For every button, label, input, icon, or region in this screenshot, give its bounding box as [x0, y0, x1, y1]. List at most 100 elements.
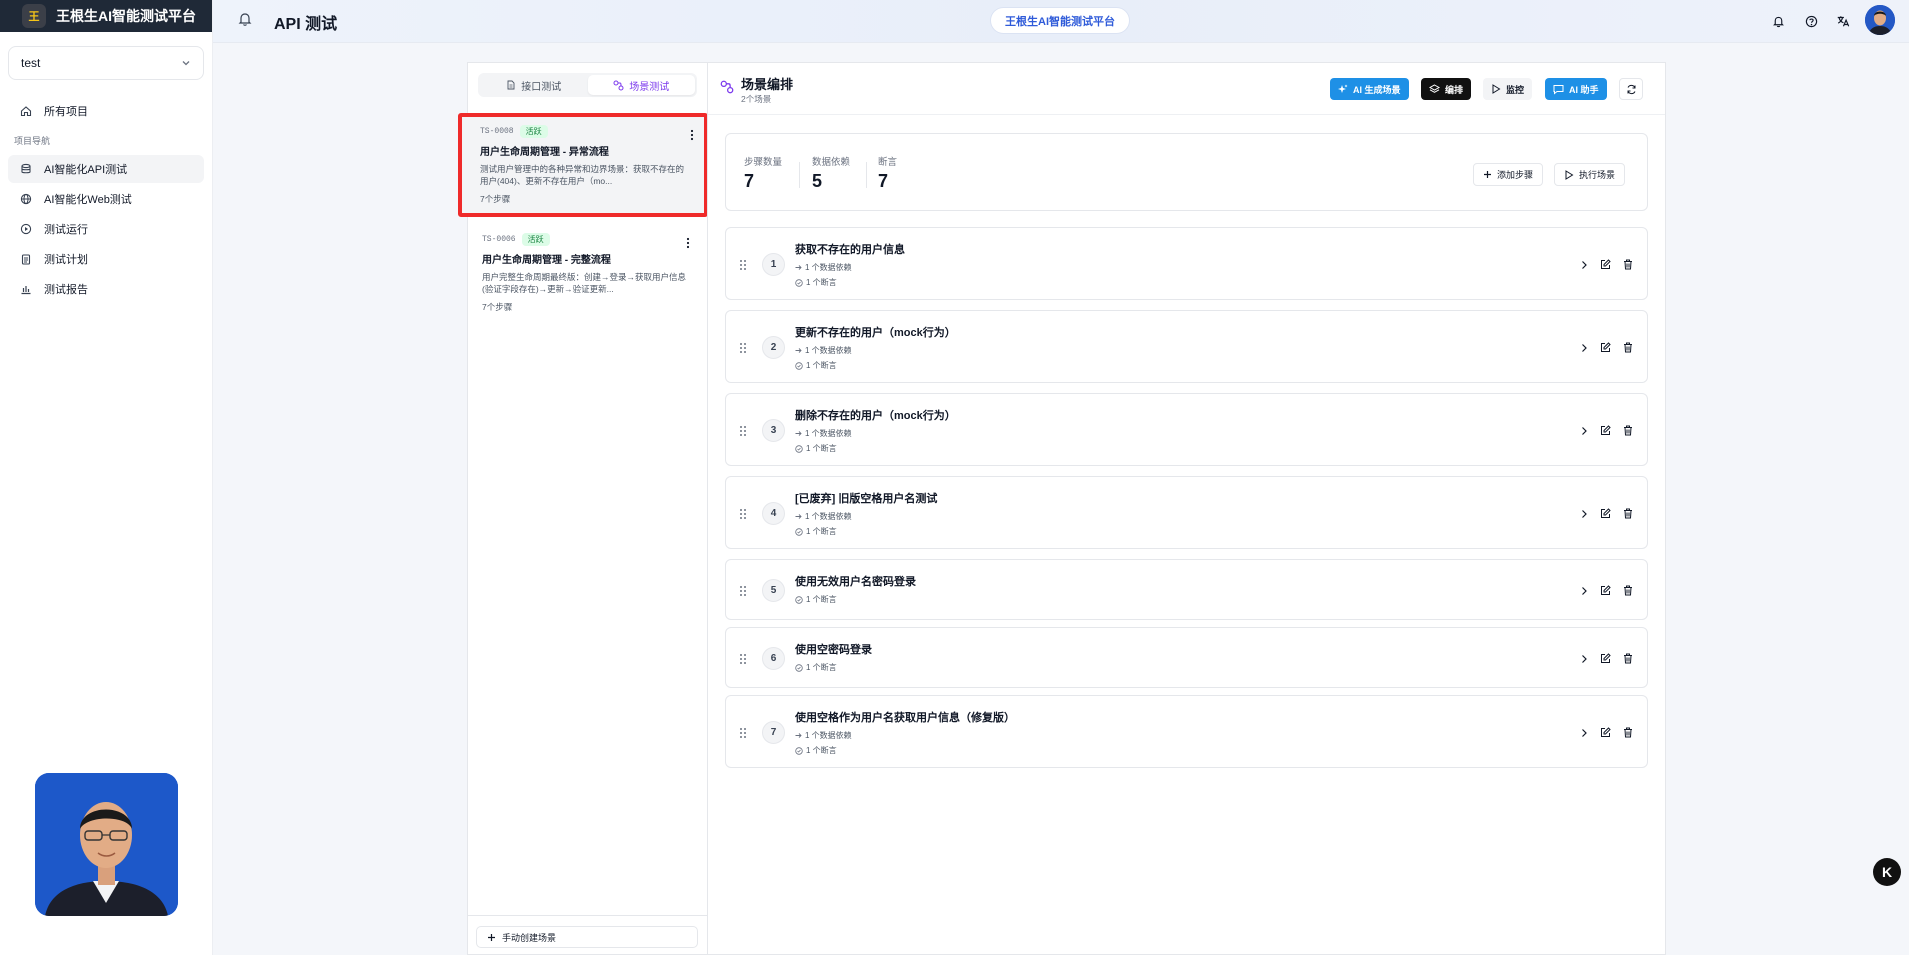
arrow-right-icon	[795, 430, 802, 437]
scenario-card-selected[interactable]: TS-0008 活跃 用户生命周期管理 - 异常流程 测试用户管理中的各种异常和…	[458, 113, 708, 217]
edit-icon[interactable]	[1600, 508, 1611, 519]
edit-icon[interactable]	[1600, 727, 1611, 738]
step-row[interactable]: 1 获取不存在的用户信息 1 个数据依赖 1 个断言	[725, 227, 1648, 300]
trash-icon[interactable]	[1623, 425, 1633, 436]
create-scenario-button[interactable]: 手动创建场景	[476, 926, 698, 948]
step-row[interactable]: 3 删除不存在的用户（mock行为） 1 个数据依赖 1 个断言	[725, 393, 1648, 466]
header-avatar[interactable]	[1865, 5, 1895, 35]
chevron-right-icon[interactable]	[1580, 260, 1588, 270]
sidebar-item-api-test[interactable]: AI智能化API测试	[8, 155, 204, 183]
edit-button[interactable]: 编排	[1421, 78, 1472, 100]
more-vertical-icon[interactable]	[690, 129, 694, 141]
step-actions	[1580, 585, 1633, 596]
chevron-right-icon[interactable]	[1580, 586, 1588, 596]
check-circle-icon	[795, 595, 803, 604]
step-row[interactable]: 7 使用空格作为用户名获取用户信息（修复版） 1 个数据依赖 1 个断言	[725, 695, 1648, 768]
brand-bar[interactable]: 王 王根生AI智能测试平台	[0, 0, 212, 32]
check-circle-icon	[795, 444, 803, 453]
stat-dependencies: 数据依赖 5	[812, 154, 850, 192]
trash-icon[interactable]	[1623, 342, 1633, 353]
step-actions	[1580, 508, 1633, 519]
add-step-button[interactable]: 添加步骤	[1473, 163, 1544, 186]
sidebar-item-test-plan[interactable]: 测试计划	[8, 245, 204, 273]
editor-subtitle: 2个场景	[741, 94, 772, 104]
drag-handle-icon[interactable]	[739, 727, 747, 739]
trash-icon[interactable]	[1623, 727, 1633, 738]
chevron-right-icon[interactable]	[1580, 343, 1588, 353]
chevron-right-icon[interactable]	[1580, 654, 1588, 664]
scenario-step-count: 7个步骤	[480, 194, 511, 204]
step-name: 使用空格作为用户名获取用户信息（修复版）	[795, 712, 1015, 724]
trash-icon[interactable]	[1623, 508, 1633, 519]
step-number: 3	[762, 419, 785, 442]
step-assertion-text: 1 个断言	[806, 527, 837, 536]
drag-handle-icon[interactable]	[739, 585, 747, 597]
step-actions	[1580, 727, 1633, 738]
translate-icon[interactable]	[1833, 11, 1853, 31]
nav-all-projects-label: 所有项目	[44, 106, 88, 118]
step-dependency-text: 1 个数据依赖	[805, 731, 852, 740]
scenario-card[interactable]: TS-0006 活跃 用户生命周期管理 - 完整流程 用户完整生命周期最终版：创…	[470, 223, 706, 317]
drag-handle-icon[interactable]	[739, 425, 747, 437]
tab-interface-test[interactable]: 接口测试	[480, 75, 588, 95]
globe-icon	[20, 193, 32, 205]
scenario-description: 用户完整生命周期最终版：创建→登录→获取用户信息(验证字段存在)→更新→验证更新…	[482, 272, 687, 294]
tab-scenario-test[interactable]: 场景测试	[587, 75, 695, 95]
step-row[interactable]: 6 使用空密码登录 1 个断言	[725, 627, 1648, 688]
step-assertion-text: 1 个断言	[806, 361, 837, 370]
ai-helper-label: AI 助手	[1569, 84, 1599, 95]
database-icon	[20, 163, 32, 175]
refresh-button[interactable]	[1619, 78, 1643, 100]
notification-bell-icon[interactable]	[237, 11, 253, 27]
step-row[interactable]: 5 使用无效用户名密码登录 1 个断言	[725, 559, 1648, 620]
more-vertical-icon[interactable]	[686, 237, 690, 249]
drag-handle-icon[interactable]	[739, 259, 747, 271]
trash-icon[interactable]	[1623, 259, 1633, 270]
ai-generate-button[interactable]: AI 生成场景	[1330, 78, 1409, 100]
platform-pill[interactable]: 王根生AI智能测试平台	[990, 7, 1130, 34]
chevron-right-icon[interactable]	[1580, 426, 1588, 436]
step-assertion: 1 个断言	[795, 526, 837, 537]
sidebar-item-test-report[interactable]: 测试报告	[8, 275, 204, 303]
top-header: API 测试 王根生AI智能测试平台	[213, 0, 1909, 43]
step-row[interactable]: 2 更新不存在的用户（mock行为） 1 个数据依赖 1 个断言	[725, 310, 1648, 383]
drag-handle-icon[interactable]	[739, 653, 747, 665]
edit-icon[interactable]	[1600, 425, 1611, 436]
step-assertion: 1 个断言	[795, 594, 837, 605]
scenario-list-panel: 接口测试 场景测试 TS-0008 活跃 用户生命周期管理 - 异常流程 测试用…	[458, 62, 708, 955]
run-scenario-button[interactable]: 执行场景	[1554, 163, 1626, 186]
sidebar-item-label: 测试计划	[44, 254, 88, 266]
step-dependency: 1 个数据依赖	[795, 428, 852, 439]
edit-icon[interactable]	[1600, 342, 1611, 353]
edit-icon[interactable]	[1600, 653, 1611, 664]
stat-label: 数据依赖	[812, 157, 851, 168]
ai-helper-button[interactable]: AI 助手	[1545, 78, 1607, 100]
drag-handle-icon[interactable]	[739, 508, 747, 520]
floating-assistant-button[interactable]: K	[1873, 858, 1901, 886]
edit-icon[interactable]	[1600, 585, 1611, 596]
home-icon	[20, 105, 32, 117]
monitor-button[interactable]: 监控	[1483, 78, 1533, 100]
step-number: 5	[762, 579, 785, 602]
step-row[interactable]: 4 [已废弃] 旧版空格用户名测试 1 个数据依赖 1 个断言	[725, 476, 1648, 549]
step-name: [已废弃] 旧版空格用户名测试	[795, 493, 938, 505]
step-dependency: 1 个数据依赖	[795, 511, 852, 522]
sidebar-item-label: AI智能化Web测试	[44, 194, 132, 206]
sparkles-icon	[1338, 84, 1348, 94]
chevron-right-icon[interactable]	[1580, 509, 1588, 519]
sidebar-item-test-run[interactable]: 测试运行	[8, 215, 204, 243]
sidebar-item-web-test[interactable]: AI智能化Web测试	[8, 185, 204, 213]
file-icon	[506, 80, 516, 90]
nav-all-projects[interactable]: 所有项目	[0, 96, 212, 126]
help-icon[interactable]	[1801, 11, 1821, 31]
chevron-right-icon[interactable]	[1580, 728, 1588, 738]
edit-icon[interactable]	[1600, 259, 1611, 270]
stat-value: 5	[812, 171, 823, 191]
project-select[interactable]: test	[8, 46, 204, 80]
layers-icon	[1429, 83, 1440, 95]
bell-icon[interactable]	[1768, 11, 1788, 31]
trash-icon[interactable]	[1623, 585, 1633, 596]
trash-icon[interactable]	[1623, 653, 1633, 664]
drag-handle-icon[interactable]	[739, 342, 747, 354]
bar-chart-icon	[20, 283, 32, 295]
